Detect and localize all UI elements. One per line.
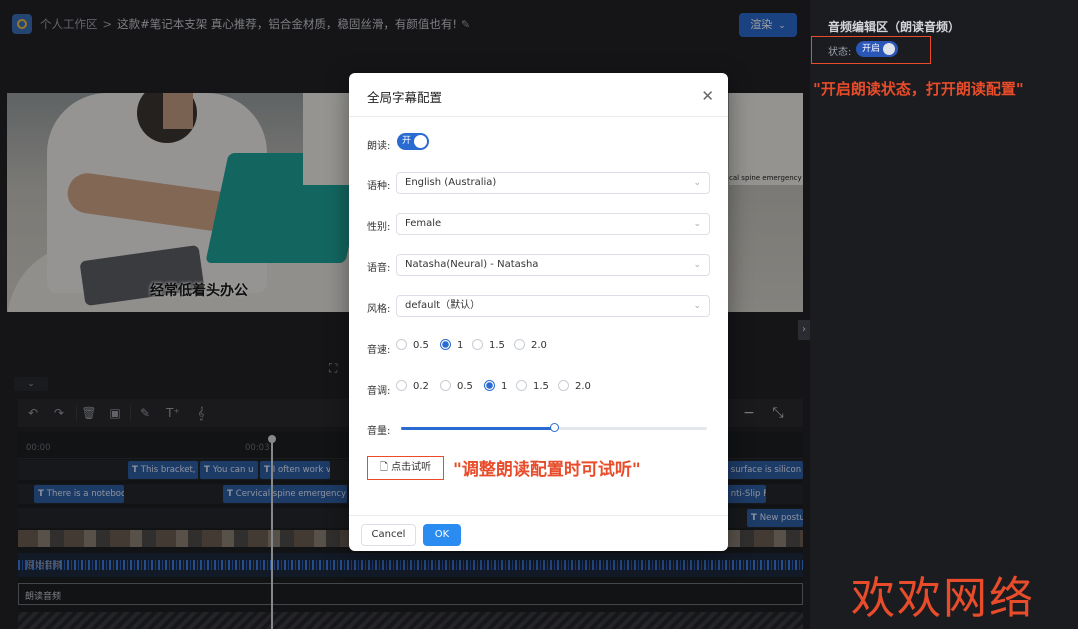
- language-select[interactable]: English (Australia) ⌄: [396, 172, 710, 194]
- read-toggle[interactable]: 开: [397, 133, 429, 150]
- radio-circle: [396, 380, 407, 391]
- speed-option[interactable]: 2.0: [514, 339, 547, 353]
- pitch-option-label: 1: [501, 381, 508, 392]
- subtitle-config-dialog: 全局字幕配置 ✕ 朗读: 开 语种: English (Australia) ⌄ …: [349, 73, 728, 551]
- pitch-option-selected[interactable]: 1: [484, 380, 507, 394]
- volume-slider-handle[interactable]: [550, 423, 559, 432]
- radio-circle: [440, 339, 451, 350]
- pitch-option-label: 1.5: [533, 381, 549, 392]
- annotation-text: "开启朗读状态，打开朗读配置": [813, 80, 1024, 98]
- radio-circle: [396, 339, 407, 350]
- pitch-option-label: 0.5: [457, 381, 473, 392]
- ok-button[interactable]: OK: [423, 524, 461, 546]
- language-label: 语种:: [367, 181, 391, 192]
- radio-circle: [514, 339, 525, 350]
- watermark: 欢欢网络: [851, 573, 1035, 624]
- read-label: 朗读:: [367, 141, 391, 152]
- pitch-label: 音调:: [367, 386, 391, 397]
- pitch-option[interactable]: 1.5: [516, 380, 549, 394]
- speed-option[interactable]: 0.5: [396, 339, 429, 353]
- dialog-footer-divider: [349, 515, 728, 516]
- language-value: English (Australia): [405, 177, 497, 188]
- style-label: 风格:: [367, 304, 391, 315]
- radio-circle: [558, 380, 569, 391]
- pitch-option-label: 2.0: [575, 381, 591, 392]
- speed-label: 音速:: [367, 345, 391, 356]
- speed-option-selected[interactable]: 1: [440, 339, 463, 353]
- volume-label: 音量:: [367, 426, 391, 437]
- annotation-highlight-box: [811, 36, 931, 64]
- voice-label: 语音:: [367, 263, 391, 274]
- speed-option-label: 2.0: [531, 340, 547, 351]
- preview-label: 点击试听: [391, 462, 432, 473]
- chevron-down-icon: ⌄: [693, 219, 701, 229]
- play-audio-icon: 🗋: [379, 462, 392, 473]
- pitch-option[interactable]: 0.5: [440, 380, 473, 394]
- gender-select[interactable]: Female ⌄: [396, 213, 710, 235]
- pitch-option-label: 0.2: [413, 381, 429, 392]
- voice-select[interactable]: Natasha(Neural) - Natasha ⌄: [396, 254, 710, 276]
- speed-option-label: 0.5: [413, 340, 429, 351]
- close-icon[interactable]: ✕: [701, 87, 714, 105]
- cancel-button[interactable]: Cancel: [361, 524, 416, 546]
- gender-value: Female: [405, 218, 442, 229]
- preview-listen-button[interactable]: 🗋 点击试听: [367, 456, 444, 480]
- editor-app: 个人工作区 > 这款#笔记本支架 真心推荐，铝合金材质，稳固丝滑，有颜值也有! ✎ 渲…: [0, 0, 1078, 629]
- read-toggle-label: 开: [402, 136, 412, 146]
- chevron-down-icon: ⌄: [693, 260, 701, 270]
- volume-slider[interactable]: [401, 423, 707, 432]
- dialog-divider: [349, 116, 728, 117]
- pitch-option[interactable]: 0.2: [396, 380, 429, 394]
- pitch-option[interactable]: 2.0: [558, 380, 591, 394]
- speed-option-label: 1.5: [489, 340, 505, 351]
- dialog-title: 全局字幕配置: [367, 90, 443, 105]
- speed-option-label: 1: [457, 340, 464, 351]
- radio-circle: [516, 380, 527, 391]
- voice-value: Natasha(Neural) - Natasha: [405, 259, 539, 270]
- style-select[interactable]: default（默认） ⌄: [396, 295, 710, 317]
- chevron-down-icon: ⌄: [693, 301, 701, 311]
- radio-circle: [484, 380, 495, 391]
- gender-label: 性别:: [367, 222, 391, 233]
- preview-annotation: "调整朗读配置时可试听": [453, 460, 641, 480]
- panel-collapse-arrow-icon[interactable]: ›: [798, 320, 810, 340]
- chevron-down-icon: ⌄: [693, 178, 701, 188]
- audio-panel-title: 音频编辑区（朗读音频）: [828, 20, 961, 34]
- style-value: default（默认）: [405, 300, 481, 311]
- volume-slider-fill: [401, 427, 554, 430]
- speed-option[interactable]: 1.5: [472, 339, 505, 353]
- radio-circle: [472, 339, 483, 350]
- radio-circle: [440, 380, 451, 391]
